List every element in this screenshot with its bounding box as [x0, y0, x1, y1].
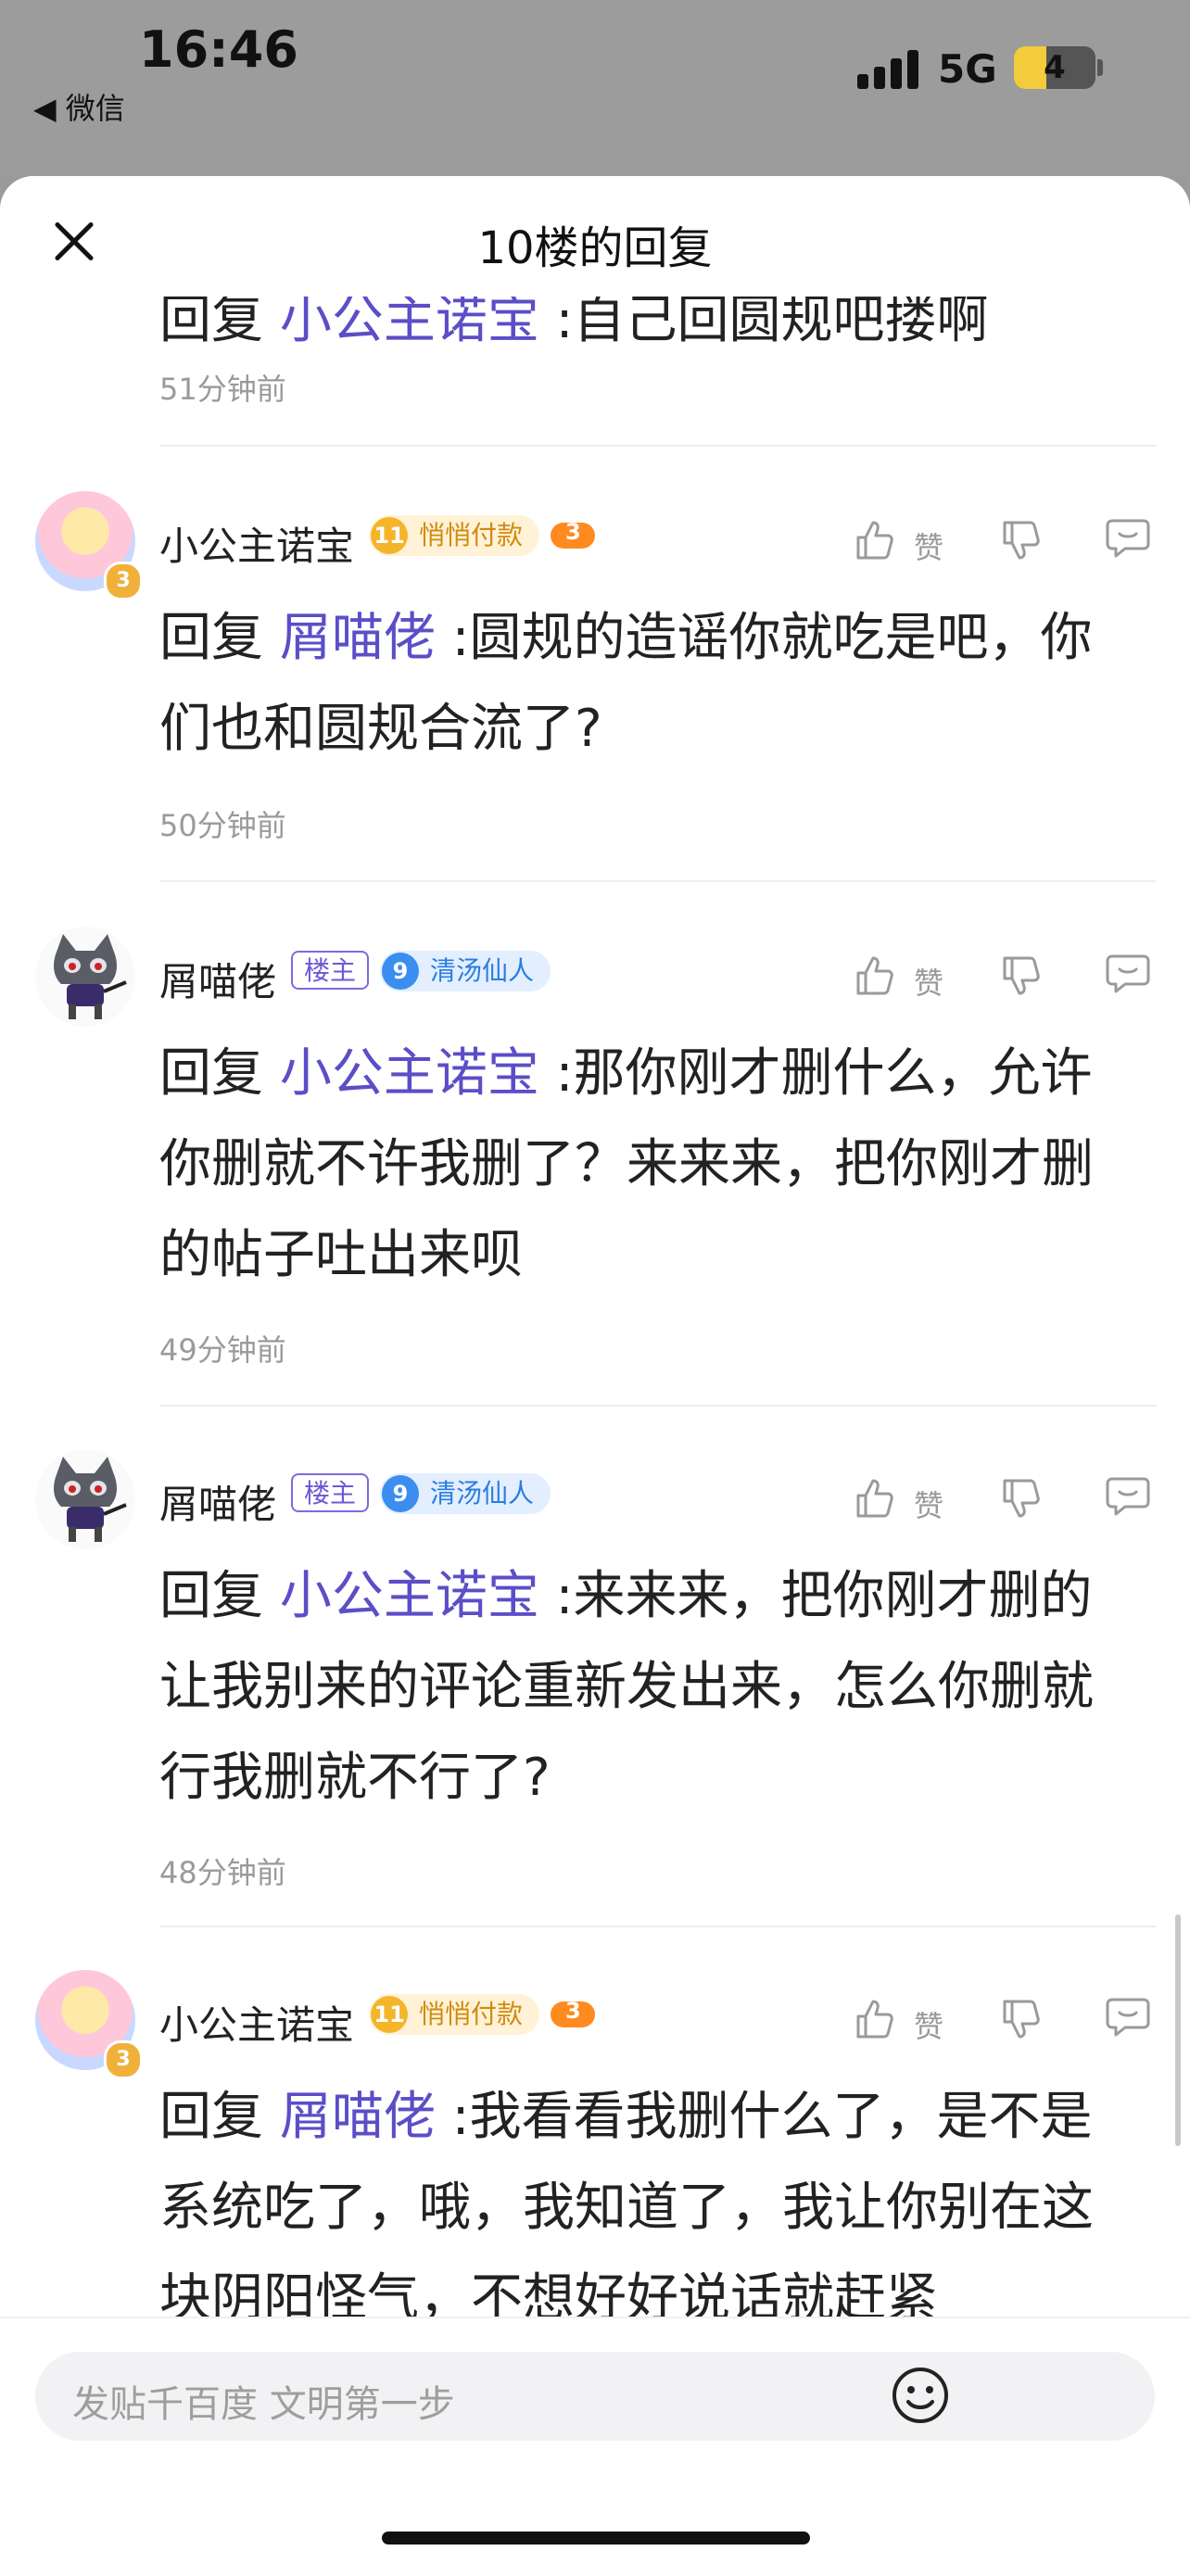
- reply-to-name[interactable]: 屑喵佬: [280, 2087, 436, 2147]
- level-title: 悄悄付款: [419, 1999, 524, 2029]
- battery-tip: [1097, 59, 1103, 76]
- comment-time: 48分钟前: [159, 1855, 286, 1890]
- comment-text: 回复 小公主诺宝 :那你刚才删什么，允许你删就不许我删了？来来来，把你刚才删的帖…: [159, 1029, 1142, 1301]
- thumbs-down-icon[interactable]: [999, 1475, 1045, 1522]
- comment-time: 50分钟前: [159, 808, 286, 843]
- thumbs-down-icon[interactable]: [999, 953, 1045, 999]
- level-badge: 9 清汤仙人: [380, 951, 551, 991]
- sheet-header: 10楼的回复: [0, 176, 1190, 297]
- level-badge: 11 悄悄付款: [369, 515, 540, 556]
- network-type: 5G: [938, 46, 997, 92]
- thumbs-down-icon[interactable]: [999, 517, 1045, 563]
- gamepad-icon: 3: [551, 1998, 596, 2029]
- emoji-icon[interactable]: [888, 2363, 953, 2428]
- like-label: 赞: [914, 1488, 944, 1523]
- level-title: 悄悄付款: [419, 520, 524, 550]
- reply-prefix: 回复: [159, 608, 280, 668]
- thumbs-up-icon: [856, 2000, 893, 2039]
- level-title: 清汤仙人: [430, 955, 535, 986]
- divider: [159, 1405, 1157, 1407]
- like-label: 赞: [914, 530, 944, 565]
- sheet-title: 10楼的回复: [477, 222, 713, 274]
- reply-prefix: 回复: [159, 1043, 280, 1104]
- avatar[interactable]: [35, 1449, 135, 1549]
- comment-input-placeholder: 发贴千百度 文明第一步: [72, 2383, 455, 2426]
- gamepad-icon: 3: [551, 519, 596, 550]
- thumbs-up-icon: [856, 521, 893, 560]
- comment-author[interactable]: 小公主诺宝: [159, 1994, 354, 2051]
- comment-text: 回复 屑喵佬 :圆规的造谣你就吃是吧，你们也和圆规合流了?: [159, 593, 1142, 775]
- divider: [159, 880, 1157, 882]
- avatar[interactable]: [35, 927, 135, 1027]
- status-bar: 16:46 ◀ 微信 5G 4: [0, 0, 1190, 176]
- owner-badge: 楼主: [291, 951, 370, 990]
- like-label: 赞: [914, 966, 944, 1001]
- battery-level: 4: [1044, 49, 1066, 86]
- cat-avatar-icon: [54, 934, 127, 1019]
- reply-to-name[interactable]: 屑喵佬: [280, 608, 436, 668]
- avatar-level-badge: 3: [104, 562, 143, 600]
- level-number: 9: [382, 1475, 420, 1512]
- reply-prefix: 回复: [159, 1566, 280, 1626]
- reply-bubble-icon[interactable]: [1105, 515, 1151, 562]
- comment-author[interactable]: 屑喵佬: [159, 1473, 276, 1530]
- comment-author[interactable]: 屑喵佬: [159, 951, 276, 1007]
- back-to-app-link[interactable]: ◀ 微信: [33, 85, 125, 128]
- comment-author[interactable]: 小公主诺宝: [159, 515, 354, 572]
- gamepad-level: 3: [565, 519, 581, 545]
- reply-to-name[interactable]: 小公主诺宝: [280, 1043, 539, 1104]
- divider: [159, 445, 1157, 447]
- reply-to-name[interactable]: 小公主诺宝: [280, 290, 539, 350]
- cellular-signal-icon: [857, 48, 922, 89]
- comment-text: 回复 小公主诺宝 :来来来，把你刚才删的让我别来的评论重新发出来，怎么你删就行我…: [159, 1551, 1142, 1824]
- gamepad-level: 3: [565, 1998, 581, 2024]
- thumbs-down-icon[interactable]: [999, 1996, 1045, 2042]
- reply-prefix: 回复: [159, 290, 280, 350]
- comment-input[interactable]: 发贴千百度 文明第一步: [35, 2352, 1155, 2441]
- like-label: 赞: [914, 2009, 944, 2044]
- thumbs-up-icon: [856, 956, 893, 995]
- thumbs-up-icon: [856, 1479, 893, 1518]
- divider: [159, 1926, 1157, 1927]
- reply-bubble-icon[interactable]: [1105, 951, 1151, 997]
- level-number: 11: [371, 517, 409, 554]
- avatar-level-badge: 3: [104, 2040, 143, 2079]
- reply-to-name[interactable]: 小公主诺宝: [280, 1566, 539, 1626]
- level-number: 11: [371, 1996, 409, 2033]
- status-time: 16:46: [139, 20, 298, 79]
- comment-text: 回复 屑喵佬 :我看看我删什么了，是不是系统吃了，哦，我知道了，我让你别在这块阴…: [159, 2072, 1142, 2344]
- replies-sheet: 10楼的回复 回复 小公主诺宝 :自己回圆规吧搂啊 51分钟前 3 小公主诺宝 …: [0, 176, 1190, 2574]
- level-number: 9: [382, 953, 420, 990]
- reply-bubble-icon[interactable]: [1105, 1994, 1151, 2040]
- reply-bubble-icon[interactable]: [1105, 1473, 1151, 1520]
- reply-body: :自己回圆规吧搂啊: [538, 290, 989, 350]
- home-indicator[interactable]: [382, 2532, 810, 2544]
- level-badge: 9 清汤仙人: [380, 1473, 551, 1514]
- level-title: 清汤仙人: [430, 1478, 535, 1509]
- scrollbar[interactable]: [1175, 1914, 1181, 2146]
- level-badge: 11 悄悄付款: [369, 1994, 540, 2035]
- comment-time: 49分钟前: [159, 1332, 286, 1368]
- owner-badge: 楼主: [291, 1473, 370, 1512]
- reply-prefix: 回复: [159, 2087, 280, 2147]
- comment-time: 51分钟前: [159, 372, 286, 407]
- cat-avatar-icon: [54, 1457, 127, 1542]
- battery-icon: 4: [1014, 46, 1095, 89]
